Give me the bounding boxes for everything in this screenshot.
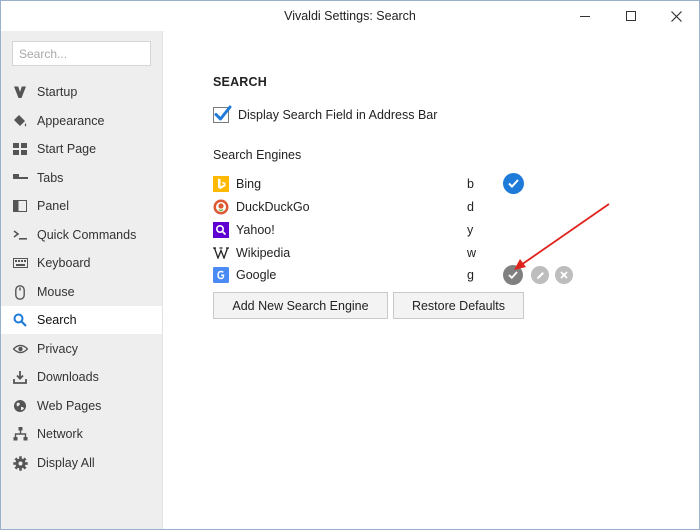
- sidebar-item-label: Quick Commands: [37, 228, 137, 242]
- duckduckgo-logo-icon: [213, 199, 229, 215]
- display-search-field-option[interactable]: Display Search Field in Address Bar: [213, 105, 437, 125]
- network-icon: [12, 426, 28, 442]
- restore-defaults-button[interactable]: Restore Defaults: [393, 292, 524, 319]
- sidebar-item-search[interactable]: Search: [1, 306, 162, 334]
- display-search-field-label: Display Search Field in Address Bar: [238, 108, 438, 122]
- keyboard-icon: [12, 255, 28, 271]
- sidebar-item-label: Network: [37, 427, 83, 441]
- remove-engine-button[interactable]: [555, 266, 573, 284]
- sidebar-item-label: Panel: [37, 199, 69, 213]
- display-search-field-checkbox[interactable]: [213, 105, 232, 123]
- sidebar-item-tabs[interactable]: Tabs: [1, 164, 162, 192]
- close-icon: [670, 10, 682, 22]
- engine-row-duckduckgo[interactable]: DuckDuckGo d: [213, 196, 603, 218]
- engine-keyword: d: [467, 200, 474, 214]
- engine-keyword: b: [467, 177, 474, 191]
- vivaldi-v-icon: [12, 84, 28, 100]
- sidebar-item-quick-commands[interactable]: Quick Commands: [1, 221, 162, 249]
- minimize-icon: [580, 15, 590, 17]
- engine-name: Yahoo!: [236, 223, 275, 237]
- close-button[interactable]: [653, 1, 699, 31]
- engine-keyword: g: [467, 268, 474, 282]
- close-icon: [560, 271, 568, 279]
- checkmark-icon: [508, 179, 519, 188]
- engine-name: Wikipedia: [236, 246, 291, 260]
- sidebar-item-appearance[interactable]: Appearance: [1, 107, 162, 135]
- set-default-button[interactable]: [503, 265, 523, 285]
- wikipedia-logo-icon: [213, 245, 229, 261]
- engine-name: Bing: [236, 177, 262, 191]
- sidebar-item-downloads[interactable]: Downloads: [1, 363, 162, 391]
- sidebar-item-label: Downloads: [37, 370, 99, 384]
- search-engines-heading: Search Engines: [213, 148, 302, 162]
- sidebar-item-label: Search: [37, 313, 77, 327]
- engine-row-google[interactable]: Google g: [213, 264, 603, 286]
- command-prompt-icon: [12, 227, 28, 243]
- settings-sidebar: Startup Appearance Start Page Tabs Panel: [1, 31, 163, 529]
- sidebar-item-web-pages[interactable]: Web Pages: [1, 392, 162, 420]
- sidebar-item-label: Privacy: [37, 342, 78, 356]
- paint-bucket-icon: [12, 113, 28, 129]
- panel-icon: [12, 198, 28, 214]
- sidebar-item-label: Tabs: [37, 171, 64, 185]
- engine-name: DuckDuckGo: [236, 200, 310, 214]
- engine-row-bing[interactable]: Bing b: [213, 173, 603, 195]
- sidebar-item-label: Startup: [37, 85, 78, 99]
- engine-row-wikipedia[interactable]: Wikipedia w: [213, 242, 603, 264]
- edit-engine-button[interactable]: [531, 266, 549, 284]
- mouse-icon: [12, 284, 28, 300]
- minimize-button[interactable]: [562, 1, 608, 31]
- add-search-engine-button[interactable]: Add New Search Engine: [213, 292, 388, 319]
- settings-content: SEARCH Display Search Field in Address B…: [163, 31, 699, 529]
- settings-window: Vivaldi Settings: Search Startup Appeara…: [0, 0, 700, 530]
- sidebar-item-start-page[interactable]: Start Page: [1, 135, 162, 163]
- google-logo-icon: [213, 267, 229, 283]
- sidebar-item-label: Display All: [37, 456, 95, 470]
- engine-keyword: y: [467, 223, 474, 237]
- sidebar-item-mouse[interactable]: Mouse: [1, 278, 162, 306]
- download-icon: [12, 369, 28, 385]
- default-engine-badge: [503, 173, 524, 194]
- sidebar-item-display-all[interactable]: Display All: [1, 449, 162, 477]
- tabs-icon: [12, 170, 28, 186]
- sidebar-item-label: Web Pages: [37, 399, 102, 413]
- section-title: SEARCH: [213, 75, 267, 89]
- checkmark-icon: [508, 271, 518, 279]
- sidebar-item-startup[interactable]: Startup: [1, 78, 162, 106]
- sidebar-item-label: Appearance: [37, 114, 105, 128]
- maximize-icon: [626, 11, 636, 21]
- sidebar-item-label: Mouse: [37, 285, 75, 299]
- bing-logo-icon: [213, 176, 229, 192]
- sidebar-item-network[interactable]: Network: [1, 420, 162, 448]
- engine-row-yahoo[interactable]: Yahoo! y: [213, 219, 603, 241]
- sidebar-item-keyboard[interactable]: Keyboard: [1, 249, 162, 277]
- pencil-icon: [536, 271, 544, 279]
- gear-icon: [12, 455, 28, 471]
- yahoo-logo-icon: [213, 222, 229, 238]
- checkmark-icon: [214, 105, 232, 121]
- engine-name: Google: [236, 268, 277, 282]
- maximize-button[interactable]: [608, 1, 654, 31]
- settings-search-input[interactable]: [12, 41, 151, 66]
- grid-icon: [12, 141, 28, 157]
- engine-keyword: w: [467, 246, 477, 260]
- eye-icon: [12, 341, 28, 357]
- magnifier-icon: [12, 312, 28, 328]
- title-bar: Vivaldi Settings: Search: [1, 1, 699, 31]
- sidebar-item-label: Start Page: [37, 142, 97, 156]
- sidebar-item-label: Keyboard: [37, 256, 91, 270]
- globe-icon: [12, 398, 28, 414]
- sidebar-item-privacy[interactable]: Privacy: [1, 335, 162, 363]
- sidebar-item-panel[interactable]: Panel: [1, 192, 162, 220]
